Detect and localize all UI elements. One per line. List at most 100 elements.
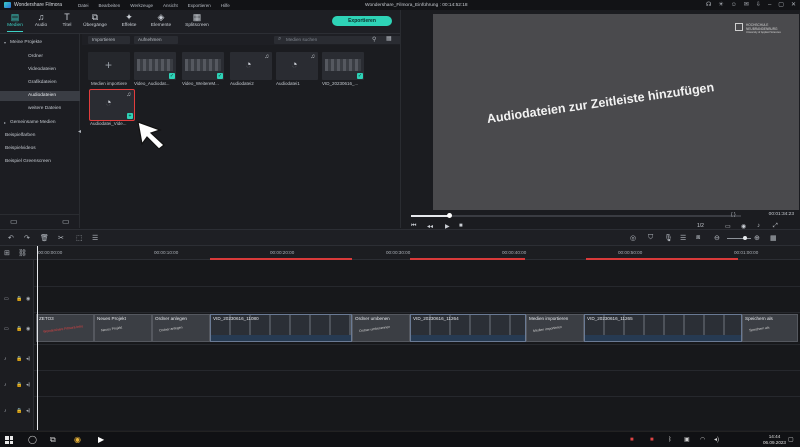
add-track-icon[interactable]: ⊞	[4, 249, 10, 257]
cut-icon[interactable]: ✂	[58, 234, 64, 242]
windows-start-icon[interactable]	[5, 436, 13, 444]
bluetooth-icon[interactable]: ᛒ	[668, 435, 672, 445]
sidebar-item-folder[interactable]: Ordner	[0, 52, 80, 62]
in-out-markers[interactable]: { }	[731, 212, 736, 218]
link-icon[interactable]: ⛓	[18, 249, 27, 257]
volume-icon[interactable]: ◂)	[714, 435, 719, 445]
lock-icon[interactable]: 🔒	[16, 356, 22, 362]
timeline-clip[interactable]: VID_20230616_11264	[410, 314, 526, 342]
tab-elements[interactable]: ◈ Elemente	[148, 12, 174, 28]
media-tile[interactable]: ◔ ♫ Audiodatei1	[276, 52, 318, 94]
eye-icon[interactable]: ◉	[26, 296, 30, 302]
tab-splitscreen[interactable]: ▦ Splitscreen	[184, 12, 210, 28]
playhead[interactable]	[37, 246, 38, 430]
tab-titles[interactable]: T Titel	[54, 12, 80, 28]
menu-help[interactable]: Hilfe	[221, 3, 230, 8]
wifi-icon[interactable]: ◠	[700, 435, 705, 445]
import-dropdown[interactable]: Importieren	[88, 35, 130, 44]
bulb-icon[interactable]: ☀	[718, 1, 723, 9]
sidebar-item-sample-colors[interactable]: Beispielfarben	[0, 131, 80, 141]
sidebar-item-sample-greenscreen[interactable]: Beispiel Greenscreen	[0, 157, 80, 167]
snapshot-icon[interactable]: ⧈	[696, 234, 700, 242]
timeline-clip[interactable]: Medien importieren Medien importieren	[526, 314, 584, 342]
zoom-slider[interactable]	[727, 236, 751, 240]
lock-icon[interactable]: 🔒	[16, 408, 22, 414]
speaker-icon[interactable]: ◂)	[26, 382, 30, 388]
minimize-icon[interactable]: –	[768, 1, 771, 9]
scrubber-handle[interactable]	[447, 213, 453, 218]
lock-icon[interactable]: 🔒	[16, 326, 22, 332]
close-icon[interactable]: ✕	[791, 1, 796, 9]
media-tile[interactable]: ✓ VID_20230616_...	[322, 52, 364, 94]
grid-icon[interactable]: ▦	[770, 234, 777, 242]
taskbar-clock[interactable]: 14:44 06.09.2023	[763, 434, 786, 446]
collapse-arrow-icon[interactable]: ◂	[78, 128, 81, 135]
shield-icon[interactable]: ⛉	[648, 234, 653, 242]
media-tile-import[interactable]: + Medien importiere	[88, 52, 130, 94]
sidebar-item-graphic-files[interactable]: Grafikdateien	[0, 78, 80, 88]
search-icon[interactable]: ◯	[28, 435, 37, 445]
undo-icon[interactable]: ↶	[8, 234, 14, 242]
tray-icon[interactable]: ■	[650, 435, 654, 445]
zoom-out-icon[interactable]: ⊖	[714, 234, 720, 242]
sidebar-item-shared-media[interactable]: ▸ Gemeinsame Medien	[0, 118, 80, 128]
notifications-icon[interactable]: ▢	[788, 435, 794, 445]
timeline-clip[interactable]: Ordner anlegen Ordner anlegen	[152, 314, 210, 342]
menu-tools[interactable]: Werkzeuge	[130, 3, 153, 8]
menu-export[interactable]: Exportieren	[188, 3, 211, 8]
redo-icon[interactable]: ↷	[24, 234, 30, 242]
zoom-in-icon[interactable]: ⊕	[754, 234, 760, 242]
media-tile[interactable]: ✓ Video_WeitereM...	[182, 52, 224, 94]
lock-icon[interactable]: 🔒	[16, 382, 22, 388]
gpu-icon[interactable]: ▣	[684, 435, 690, 445]
timeline-ruler[interactable]: ⊞ ⛓ 00:00:00:00 00:00:10:00 00:00:20:00 …	[0, 246, 800, 260]
lock-icon[interactable]: 🔒	[16, 296, 22, 302]
tab-transitions[interactable]: ⧉ Übergänge	[82, 12, 108, 28]
media-tile-highlighted[interactable]: ◔ ♫ + Audiodatei_Vide...	[89, 89, 135, 132]
sidebar-item-more-files[interactable]: weitere Dateien	[0, 104, 80, 114]
tab-media[interactable]: ▤ Medien	[2, 12, 28, 32]
timeline-clip[interactable]: VID_20230616_11265	[584, 314, 742, 342]
new-folder-icon[interactable]: ▭	[10, 217, 18, 226]
tab-audio[interactable]: ♫ Audio	[28, 12, 54, 28]
timeline-clip[interactable]: VID_20230616_11080	[210, 314, 352, 342]
grid-view-icon[interactable]: ▦	[386, 35, 392, 42]
folder-icon[interactable]: ▭	[62, 217, 70, 226]
speaker-icon[interactable]: ◂)	[26, 356, 30, 362]
render-icon[interactable]: ◎	[630, 234, 636, 242]
menu-view[interactable]: Ansicht	[163, 3, 178, 8]
sidebar-item-video-files[interactable]: Videodateien	[0, 65, 80, 75]
maximize-icon[interactable]: ▢	[778, 1, 784, 9]
timeline-tracks[interactable]: ZETO3 Wondershare Filmora Intro Neues Pr…	[34, 260, 800, 430]
timeline-clip[interactable]: Speichern als Speichern als	[742, 314, 798, 342]
export-button[interactable]: Exportieren	[332, 16, 392, 26]
crop-icon[interactable]: ⬚	[76, 234, 83, 242]
playback-scrubber[interactable]	[411, 213, 741, 218]
eye-icon[interactable]: ◉	[26, 326, 30, 332]
filter-icon[interactable]: ⚲	[372, 36, 376, 43]
download-icon[interactable]: ⇩	[756, 1, 761, 9]
menu-edit[interactable]: Bearbeiten	[99, 3, 121, 8]
tray-icon[interactable]: ■	[630, 435, 634, 445]
headset-icon[interactable]: ☊	[706, 1, 711, 9]
task-view-icon[interactable]: ⧉	[50, 435, 56, 445]
speaker-icon[interactable]: ◂)	[26, 408, 30, 414]
delete-icon[interactable]: 🗑	[40, 234, 49, 242]
timeline-clip[interactable]: Ordner umbenen Ordner umbenennen	[352, 314, 410, 342]
filmora-taskbar-icon[interactable]: ▶	[98, 435, 104, 445]
sidebar-item-sample-videos[interactable]: Beispielvideos	[0, 144, 80, 154]
media-tile[interactable]: ✓ Video_Audiodat...	[134, 52, 176, 94]
media-tile[interactable]: ◔ ♫ Audiodatei2	[230, 52, 272, 94]
sidebar-item-audio-files[interactable]: Audiodateien	[0, 91, 80, 101]
tab-effects[interactable]: ✦ Effekte	[116, 12, 142, 28]
timeline-clip[interactable]: Neues Projekt Neues Projekt	[94, 314, 152, 342]
sidebar-item-my-projects[interactable]: ▾ Meine Projekte	[0, 38, 80, 48]
menu-file[interactable]: Datei	[78, 3, 89, 8]
notification-icon[interactable]: ✉	[744, 1, 749, 9]
record-dropdown[interactable]: Aufnehmen	[134, 35, 178, 44]
more-tools-icon[interactable]: ☰	[92, 234, 98, 242]
chrome-icon[interactable]: ◉	[74, 435, 81, 445]
mic-icon[interactable]: 🎙	[664, 234, 673, 242]
list-icon[interactable]: ☰	[680, 234, 686, 242]
timeline-clip[interactable]: ZETO3 Wondershare Filmora Intro	[36, 314, 94, 342]
